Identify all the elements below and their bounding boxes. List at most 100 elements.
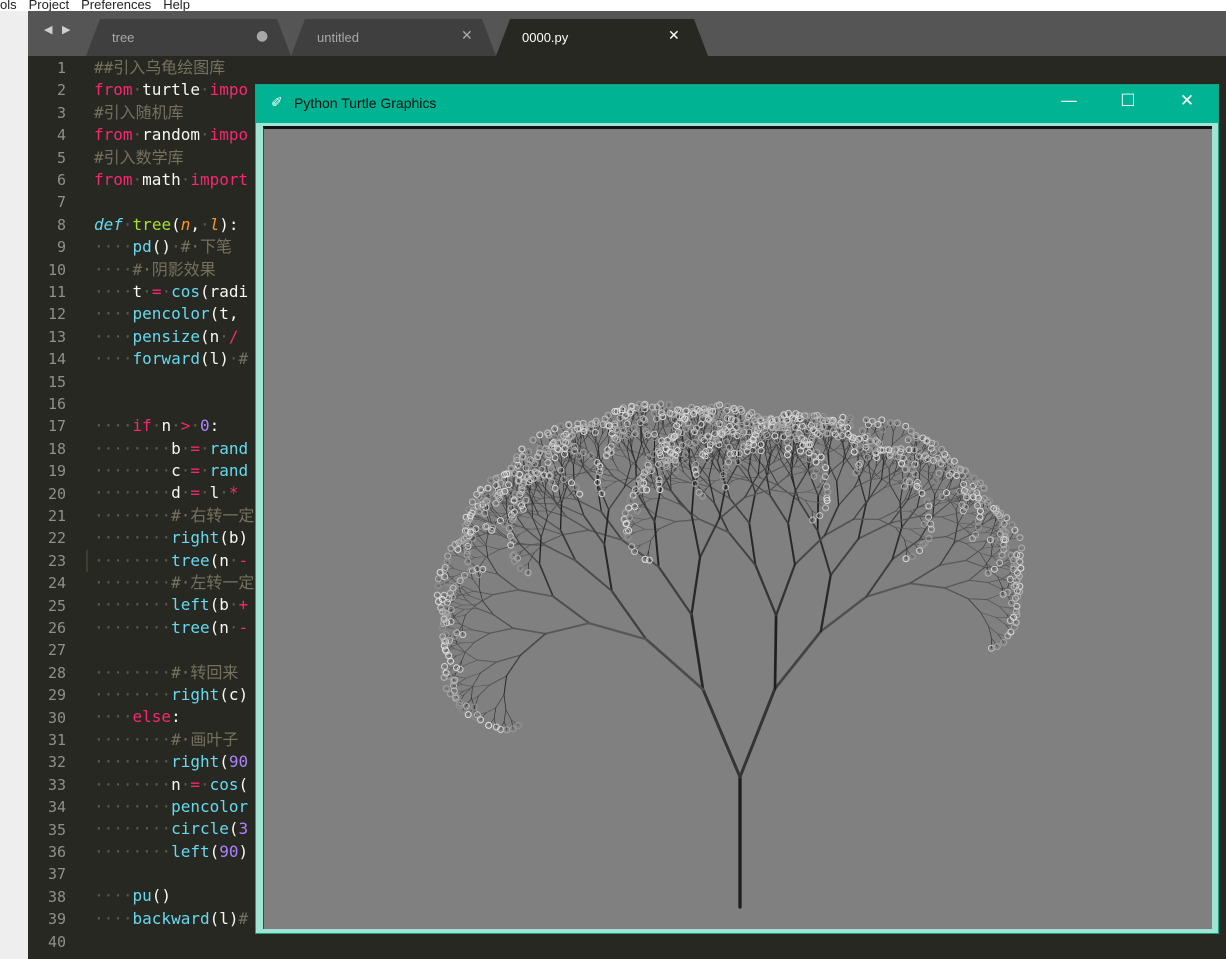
code-token: (l) [209,908,239,928]
code-token: ( [228,819,239,839]
code-line[interactable]: ········pencolor [94,796,254,818]
code-line[interactable]: ········left(b·+ [94,594,254,616]
code-editor[interactable]: ##引入乌龟绘图库 from·turtle·impo #引入随机库 from·rand… [94,57,254,953]
code-token: ········ [94,774,172,794]
code-token: + [238,595,249,615]
code-token: ···· [94,304,133,324]
code-token: ········ [94,438,172,458]
close-icon[interactable]: ✕ [668,28,680,44]
code-token: ···· [94,259,133,279]
unsaved-dot-icon[interactable]: ● [256,28,268,44]
code-token: ········ [94,617,172,637]
code-line[interactable]: ········circle(3 [94,818,254,840]
code-token: 3 [238,819,249,839]
code-line[interactable]: ········#·右转一定 [94,505,254,527]
menu-help[interactable]: Help [163,0,190,11]
code-line[interactable]: ····pensize(n·/ [94,326,254,348]
code-token: · [199,80,210,100]
code-token: ···· [94,416,133,436]
code-token: ········ [94,684,172,704]
close-icon[interactable]: ✕ [461,28,473,44]
line-number: 13 [47,327,66,346]
code-line[interactable] [94,930,254,952]
code-line[interactable]: ········tree(n·- [94,617,254,639]
code-token: (l) [199,349,229,369]
code-line[interactable] [94,393,254,415]
tab-untitled[interactable]: untitled ✕ [291,19,496,56]
tab-0000-py[interactable]: 0000.py ✕ [496,19,708,56]
code-token: ···· [94,326,133,346]
code-line[interactable]: ········right(c) [94,684,254,706]
code-line[interactable]: ········n·=·cos( [94,774,254,796]
code-line[interactable]: ········right(b) [94,527,254,549]
code-token: ········ [94,729,172,749]
menu-preferences[interactable]: Preferences [81,0,151,11]
close-icon[interactable]: ✕ [1172,91,1202,111]
code-line[interactable]: ····pencolor(t, [94,303,254,325]
code-token: ···· [94,886,133,906]
code-token: : [209,416,220,436]
code-line[interactable]: from·random·impo [94,124,254,146]
code-token: #·下笔 [180,237,232,257]
code-line[interactable]: #引入数学库 [94,147,254,169]
code-token: 90 [219,841,239,861]
code-token: · [122,214,133,234]
code-line[interactable]: ········#·左转一定 [94,572,254,594]
code-line[interactable]: def·tree(n,·l): [94,214,254,236]
code-line[interactable] [94,863,254,885]
tab-nav-arrows-icon[interactable]: ◀ ▶ [44,23,73,36]
code-line[interactable]: ····backward(l)# [94,908,254,930]
line-number: 24 [47,574,66,593]
code-line[interactable]: #引入随机库 [94,102,254,124]
minimize-icon[interactable]: — [1054,91,1084,111]
code-token: > [180,416,191,436]
code-token: right [171,752,220,772]
code-line[interactable] [94,370,254,392]
line-number: 19 [47,462,66,481]
code-line[interactable] [94,191,254,213]
code-token: c [171,461,181,481]
feather-icon: ✐ [271,95,283,111]
line-number: 22 [47,529,66,548]
code-token: ········ [94,505,172,525]
code-token: · [219,326,229,346]
line-number: 23 [47,551,66,570]
code-token: - [238,617,249,637]
code-line[interactable]: ····pd()·#·下笔 [94,236,254,258]
line-number: 4 [56,126,66,145]
code-line[interactable]: ········b·=·rand [94,438,254,460]
code-line[interactable]: ····forward(l)·# [94,348,254,370]
code-line[interactable]: ····else: [94,706,254,728]
turtle-window-titlebar[interactable]: ✐ Python Turtle Graphics — ☐ ✕ [256,85,1218,123]
code-line[interactable]: ····t·=·cos(radi [94,281,254,303]
code-line[interactable] [94,639,254,661]
maximize-icon[interactable]: ☐ [1113,91,1143,111]
line-number-gutter: 1 2 3 4 5 6 7 8 9 10 11 12 13 14 15 16 17 18 19 20 21 22 23 24 2… [28,56,86,959]
code-line[interactable]: from·math·import [94,169,254,191]
code-line[interactable]: ········right(90 [94,751,254,773]
code-token: tree [171,617,210,637]
code-line[interactable]: ········left(90) [94,841,254,863]
code-token: (b [209,595,229,615]
code-token: (t, [209,304,239,324]
code-line[interactable]: ········#·转回来 [94,662,254,684]
line-number: 21 [47,507,66,525]
code-token: , [190,214,200,234]
code-token: ········ [94,841,172,861]
menu-bar: ols Project Preferences Help [0,0,1226,11]
tab-label: 0000.py [522,30,569,45]
code-line[interactable]: ········tree(n·- [94,550,254,572]
code-line[interactable]: ····if·n·>·0: [94,415,254,437]
code-line[interactable]: ········d·=·l·* [94,482,254,504]
code-line[interactable]: ····pu() [94,885,254,907]
code-line[interactable]: ##引入乌龟绘图库 [94,57,254,79]
menu-tools[interactable]: ols [0,0,17,11]
menu-project[interactable]: Project [29,0,69,11]
line-number: 25 [47,596,66,615]
code-line[interactable]: from·turtle·impo [94,79,254,101]
code-line[interactable]: ········#·画叶子 [94,729,254,751]
code-line[interactable]: ········c·=·rand [94,460,254,482]
tab-tree[interactable]: tree ● [86,19,291,56]
code-line[interactable]: ····#·阴影效果 [94,259,254,281]
code-token: #·左转一定 [171,572,255,592]
